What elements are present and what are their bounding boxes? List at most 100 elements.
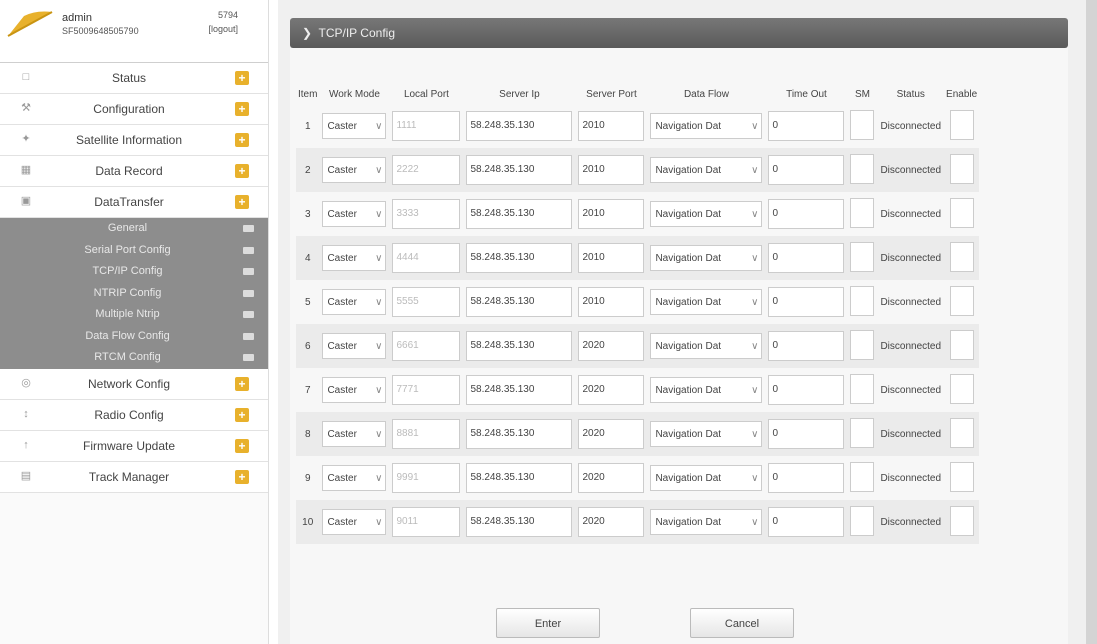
timeout-input[interactable]: 0 [768, 243, 845, 273]
sidebar-item-track-manager[interactable]: ▤ Track Manager + [0, 461, 268, 493]
timeout-input[interactable]: 0 [768, 155, 845, 185]
data-flow-select[interactable]: Navigation Dat [650, 157, 763, 184]
sidebar-item-configuration[interactable]: ⚒ Configuration + [0, 94, 268, 125]
work-mode-select[interactable]: Caster [322, 201, 387, 228]
enter-button[interactable]: Enter [496, 608, 600, 638]
sm-checkbox[interactable] [850, 373, 875, 404]
sm-checkbox[interactable] [850, 153, 875, 184]
expand-plus-icon[interactable]: + [235, 438, 249, 453]
local-port-input[interactable]: 9991 [392, 463, 461, 493]
data-flow-select[interactable]: Navigation Dat [650, 245, 763, 272]
server-ip-input[interactable]: 58.248.35.130 [466, 463, 573, 493]
data-flow-select[interactable]: Navigation Dat [650, 377, 763, 404]
expand-plus-icon[interactable]: + [235, 71, 249, 85]
expand-plus-icon[interactable]: + [235, 133, 249, 147]
server-port-input[interactable]: 2020 [578, 507, 645, 537]
server-ip-input[interactable]: 58.248.35.130 [466, 375, 573, 405]
local-port-input[interactable]: 1111 [392, 111, 461, 141]
sm-checkbox[interactable] [850, 417, 875, 448]
enable-checkbox[interactable] [949, 153, 974, 184]
server-port-input[interactable]: 2010 [578, 199, 645, 229]
sm-checkbox[interactable] [850, 285, 875, 316]
local-port-input[interactable]: 9011 [392, 507, 461, 537]
submenu-item-serial-port-config[interactable]: Serial Port Config [0, 240, 268, 262]
data-flow-select[interactable]: Navigation Dat [650, 333, 763, 360]
server-ip-input[interactable]: 58.248.35.130 [466, 199, 573, 229]
logout-link[interactable]: [logout] [208, 24, 238, 34]
enable-checkbox[interactable] [949, 373, 974, 404]
server-port-input[interactable]: 2020 [578, 375, 645, 405]
local-port-input[interactable]: 8881 [392, 419, 461, 449]
sm-checkbox[interactable] [850, 505, 875, 536]
data-flow-select[interactable]: Navigation Dat [650, 509, 763, 536]
timeout-input[interactable]: 0 [768, 463, 845, 493]
server-ip-input[interactable]: 58.248.35.130 [466, 419, 573, 449]
enable-checkbox[interactable] [949, 417, 974, 448]
server-ip-input[interactable]: 58.248.35.130 [466, 287, 573, 317]
sm-checkbox[interactable] [850, 461, 875, 492]
sm-checkbox[interactable] [850, 241, 875, 272]
local-port-input[interactable]: 5555 [392, 287, 461, 317]
timeout-input[interactable]: 0 [768, 419, 845, 449]
server-port-input[interactable]: 2020 [578, 463, 645, 493]
timeout-input[interactable]: 0 [768, 199, 845, 229]
server-ip-input[interactable]: 58.248.35.130 [466, 331, 573, 361]
server-port-input[interactable]: 2010 [578, 111, 645, 141]
scrollbar[interactable] [1086, 0, 1097, 644]
local-port-input[interactable]: 2222 [392, 155, 461, 185]
submenu-item-ntrip-config[interactable]: NTRIP Config [0, 283, 268, 305]
work-mode-select[interactable]: Caster [322, 113, 387, 140]
enable-checkbox[interactable] [949, 505, 974, 536]
sidebar-item-status[interactable]: □ Status + [0, 63, 268, 94]
server-ip-input[interactable]: 58.248.35.130 [466, 507, 573, 537]
enable-checkbox[interactable] [949, 109, 974, 140]
submenu-item-tcp-ip-config[interactable]: TCP/IP Config [0, 261, 268, 283]
sidebar-item-firmware-update[interactable]: ↑ Firmware Update + [0, 430, 268, 462]
submenu-item-multiple-ntrip[interactable]: Multiple Ntrip [0, 304, 268, 326]
sm-checkbox[interactable] [850, 109, 875, 140]
expand-plus-icon[interactable]: + [235, 102, 249, 116]
timeout-input[interactable]: 0 [768, 111, 845, 141]
timeout-input[interactable]: 0 [768, 375, 845, 405]
submenu-item-data-flow-config[interactable]: Data Flow Config [0, 326, 268, 348]
expand-plus-icon[interactable]: + [235, 376, 249, 391]
timeout-input[interactable]: 0 [768, 331, 845, 361]
sm-checkbox[interactable] [850, 329, 875, 360]
server-ip-input[interactable]: 58.248.35.130 [466, 111, 573, 141]
work-mode-select[interactable]: Caster [322, 421, 387, 448]
server-port-input[interactable]: 2010 [578, 243, 645, 273]
expand-plus-icon[interactable]: + [235, 195, 249, 209]
server-port-input[interactable]: 2010 [578, 155, 645, 185]
enable-checkbox[interactable] [949, 197, 974, 228]
sidebar-item-data-record[interactable]: ▦ Data Record + [0, 156, 268, 187]
sm-checkbox[interactable] [850, 197, 875, 228]
work-mode-select[interactable]: Caster [322, 465, 387, 492]
data-flow-select[interactable]: Navigation Dat [650, 421, 763, 448]
work-mode-select[interactable]: Caster [322, 509, 387, 536]
local-port-input[interactable]: 3333 [392, 199, 461, 229]
sidebar-item-satellite-information[interactable]: ✦ Satellite Information + [0, 125, 268, 156]
server-port-input[interactable]: 2020 [578, 419, 645, 449]
enable-checkbox[interactable] [949, 329, 974, 360]
enable-checkbox[interactable] [949, 461, 974, 492]
server-port-input[interactable]: 2020 [578, 331, 645, 361]
server-ip-input[interactable]: 58.248.35.130 [466, 243, 573, 273]
work-mode-select[interactable]: Caster [322, 289, 387, 316]
enable-checkbox[interactable] [949, 285, 974, 316]
data-flow-select[interactable]: Navigation Dat [650, 465, 763, 492]
local-port-input[interactable]: 7771 [392, 375, 461, 405]
local-port-input[interactable]: 6661 [392, 331, 461, 361]
submenu-item-rtcm-config[interactable]: RTCM Config [0, 347, 268, 369]
work-mode-select[interactable]: Caster [322, 245, 387, 272]
work-mode-select[interactable]: Caster [322, 377, 387, 404]
server-port-input[interactable]: 2010 [578, 287, 645, 317]
enable-checkbox[interactable] [949, 241, 974, 272]
data-flow-select[interactable]: Navigation Dat [650, 289, 763, 316]
submenu-item-general[interactable]: General [0, 218, 268, 240]
expand-plus-icon[interactable]: + [235, 164, 249, 178]
data-flow-select[interactable]: Navigation Dat [650, 113, 763, 140]
expand-plus-icon[interactable]: + [235, 407, 249, 422]
sidebar-item-datatransfer[interactable]: ▣ DataTransfer + [0, 187, 268, 218]
server-ip-input[interactable]: 58.248.35.130 [466, 155, 573, 185]
work-mode-select[interactable]: Caster [322, 333, 387, 360]
